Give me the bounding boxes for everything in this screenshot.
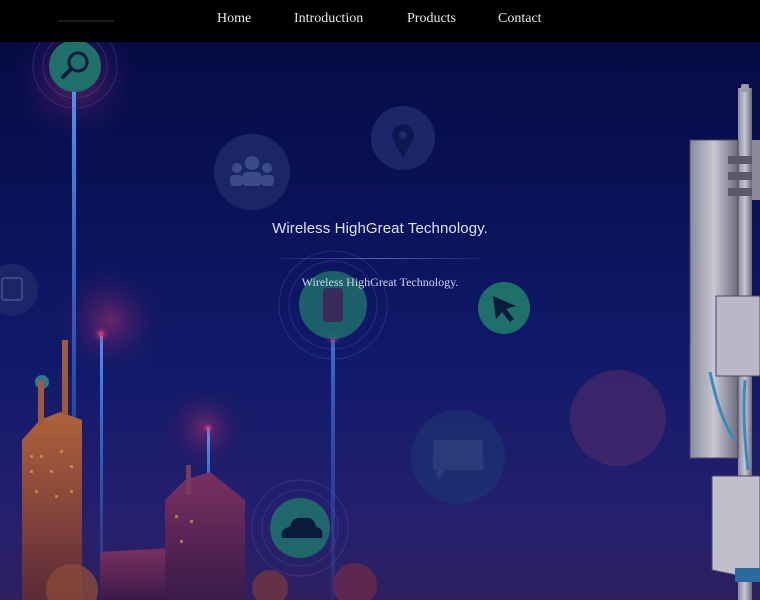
- top-navigation: Home Introduction Products Contact: [0, 0, 760, 42]
- hero-background-illustration: [0, 15, 760, 600]
- nav-item-home[interactable]: Home: [217, 11, 251, 27]
- building-antenna: [62, 340, 68, 415]
- chat-bubble-icon: [411, 410, 505, 504]
- nav-item-introduction[interactable]: Introduction: [294, 11, 363, 27]
- nav-item-products[interactable]: Products: [407, 11, 456, 27]
- cell-tower: [689, 84, 760, 600]
- hero-title: Wireless HighGreat Technology.: [272, 220, 488, 237]
- decor-circle: [333, 563, 377, 600]
- building-antenna: [38, 380, 44, 425]
- decor-circle: [570, 370, 666, 466]
- glow-node: [90, 323, 112, 345]
- decor-circle: [252, 570, 288, 600]
- cloud-icon: [270, 498, 330, 558]
- nav-item-contact[interactable]: Contact: [498, 11, 542, 27]
- hero-subtitle: Wireless HighGreat Technology.: [301, 275, 459, 289]
- building-antenna: [186, 465, 191, 495]
- glow-node: [200, 420, 216, 436]
- site-logo[interactable]: [58, 20, 114, 22]
- building: [100, 548, 170, 600]
- search-icon: [49, 40, 101, 92]
- building: [165, 472, 245, 600]
- hero-banner: Wireless HighGreat Technology. Wireless …: [0, 0, 760, 600]
- location-pin-icon: [371, 106, 435, 170]
- people-icon: [214, 134, 290, 210]
- bus-icon: [0, 264, 38, 316]
- hero-divider: [278, 258, 481, 259]
